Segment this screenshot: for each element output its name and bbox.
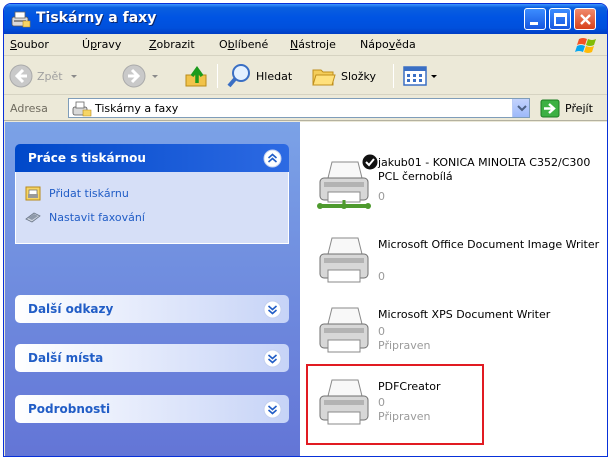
back-button[interactable]: Zpět <box>9 63 79 89</box>
printer-icon <box>319 237 369 283</box>
collapse-chevron-icon[interactable] <box>263 149 282 168</box>
printer-job-count: 0 <box>378 325 385 338</box>
chevron-down-icon <box>517 105 527 112</box>
up-folder-icon <box>185 65 207 87</box>
address-field[interactable]: Tiskárny a faxy <box>68 98 530 118</box>
folders-icon <box>312 69 336 86</box>
toolbar-separator <box>393 64 394 88</box>
printers-folder-icon <box>11 11 31 28</box>
toolbar-separator <box>217 64 218 88</box>
printer-status: Připraven <box>378 339 431 352</box>
search-label: Hledat <box>256 69 293 83</box>
add-printer-icon <box>25 186 41 201</box>
expand-chevron-icon[interactable] <box>263 300 282 319</box>
printer-icon <box>319 307 369 353</box>
menu-tools-accel: N <box>290 38 299 51</box>
printer-tasks-title: Práce s tiskárnou <box>28 151 146 165</box>
up-folder-button[interactable] <box>184 63 210 89</box>
menu-edit[interactable]: Úpravy <box>82 38 121 51</box>
views-icon <box>403 66 427 86</box>
menu-favorites[interactable]: Oblíbené <box>219 38 268 51</box>
setup-fax-label: Nastavit faxování <box>49 210 145 224</box>
menu-file[interactable]: Soubor <box>10 38 49 51</box>
details-title: Podrobnosti <box>28 402 111 416</box>
back-arrow-icon <box>9 64 33 88</box>
menu-view[interactable]: Zobrazit <box>149 38 195 51</box>
menu-edit-accel: p <box>90 38 98 51</box>
menu-view-accel: Z <box>149 38 157 51</box>
highlight-box <box>306 364 484 445</box>
go-arrow-icon <box>540 99 560 118</box>
other-places-header[interactable]: Další místa <box>15 344 289 372</box>
forward-arrow-icon <box>122 64 146 88</box>
printer-item[interactable]: jakub01 - KONICA MINOLTA C352/C300 PCL č… <box>310 154 600 226</box>
folders-label: Složky <box>341 69 377 83</box>
windows-logo-icon <box>575 38 596 53</box>
printer-tasks-header[interactable]: Práce s tiskárnou <box>15 144 289 172</box>
menu-tools-post: ástroje <box>298 38 336 51</box>
menu-help-post: ěda <box>395 38 416 51</box>
menu-bar: Soubor Úpravy Zobrazit Oblíbené Nástroje… <box>4 34 607 56</box>
search-icon <box>227 64 250 88</box>
fax-setup-icon <box>25 212 41 223</box>
address-value: Tiskárny a faxy <box>95 102 179 115</box>
printer-item[interactable]: Microsoft XPS Document Writer 0 Připrave… <box>310 302 600 372</box>
folders-button[interactable]: Složky <box>311 63 376 89</box>
printer-job-count: 0 <box>378 190 385 203</box>
expand-chevron-icon[interactable] <box>263 400 282 419</box>
window-title: Tiskárny a faxy <box>36 10 157 26</box>
menu-favorites-accel: b <box>227 38 235 51</box>
menu-tools[interactable]: Nástroje <box>290 38 336 51</box>
menu-file-post: oubor <box>16 38 49 51</box>
address-label: Adresa <box>10 102 48 115</box>
details-header[interactable]: Podrobnosti <box>15 395 289 423</box>
menu-favorites-pre: O <box>219 38 228 51</box>
menu-help[interactable]: Nápověda <box>360 38 416 51</box>
printers-folder-icon <box>72 101 92 117</box>
back-dropdown-icon <box>70 75 77 78</box>
menu-help-pre: Nápo <box>360 38 389 51</box>
forward-dropdown-icon <box>152 75 158 78</box>
default-printer-check-icon <box>362 154 378 170</box>
add-printer-label: Přidat tiskárnu <box>49 186 129 200</box>
title-bar[interactable]: Tiskárny a faxy <box>4 4 607 34</box>
views-button[interactable] <box>402 63 438 89</box>
setup-fax-link[interactable]: Nastavit faxování <box>25 209 145 225</box>
standard-toolbar: Zpět Hledat Složky <box>4 57 607 95</box>
other-links-header[interactable]: Další odkazy <box>15 295 289 323</box>
menu-edit-post: ravy <box>97 38 122 51</box>
views-dropdown-icon <box>431 75 437 78</box>
address-dropdown-button[interactable] <box>512 99 529 117</box>
task-pane: Práce s tiskárnou Přidat tiskárnu Nastav… <box>5 122 300 456</box>
printer-name: Microsoft Office Document Image Writer <box>378 238 600 251</box>
close-icon <box>580 14 591 25</box>
forward-button[interactable] <box>122 63 160 89</box>
menu-view-post: obrazit <box>156 38 195 51</box>
printer-name: jakub01 - KONICA MINOLTA C352/C300 PCL č… <box>378 156 591 183</box>
go-button[interactable]: Přejít <box>540 99 602 118</box>
address-bar: Adresa Tiskárny a faxy Přejít <box>4 96 607 121</box>
close-button[interactable] <box>574 8 596 30</box>
go-label: Přejít <box>565 102 593 115</box>
back-label: Zpět <box>37 69 63 83</box>
add-printer-link[interactable]: Přidat tiskárnu <box>25 185 129 201</box>
other-places-title: Další místa <box>28 351 104 365</box>
menu-favorites-post: líbené <box>234 38 269 51</box>
menu-edit-pre: Ú <box>82 38 91 51</box>
search-button[interactable]: Hledat <box>226 63 292 89</box>
menu-file-accel: S <box>10 38 17 51</box>
maximize-button[interactable] <box>549 8 571 30</box>
other-links-title: Další odkazy <box>28 302 114 316</box>
maximize-icon <box>554 13 567 26</box>
minimize-button[interactable] <box>524 8 546 30</box>
printer-name: Microsoft XPS Document Writer <box>378 308 551 321</box>
printer-item[interactable]: Microsoft Office Document Image Writer 0 <box>310 232 600 302</box>
printer-tasks-body: Přidat tiskárnu Nastavit faxování <box>15 172 289 244</box>
minimize-icon <box>530 22 538 25</box>
printer-job-count: 0 <box>378 270 385 283</box>
expand-chevron-icon[interactable] <box>263 349 282 368</box>
